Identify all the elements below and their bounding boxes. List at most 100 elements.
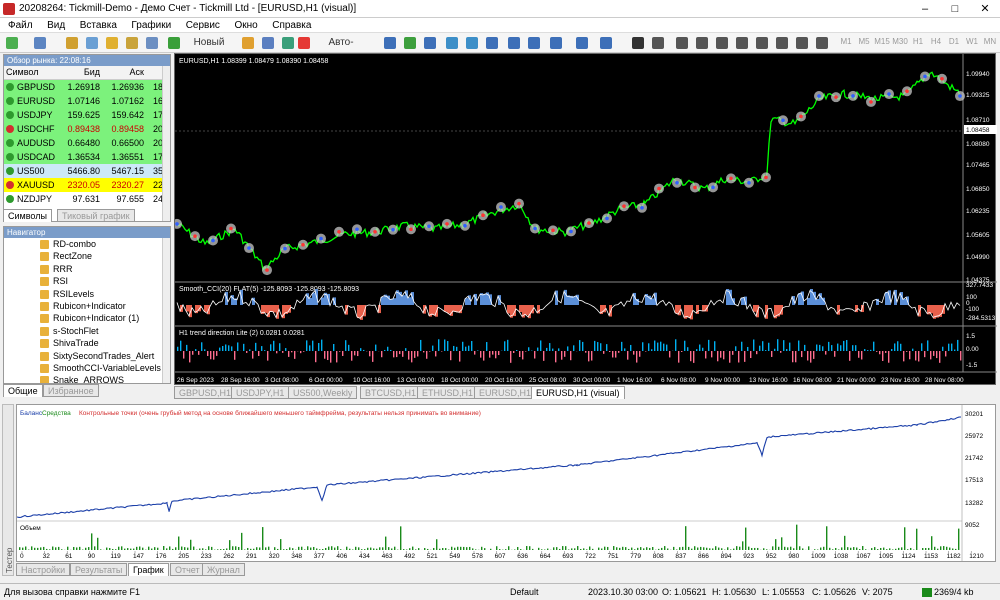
tab-symbols[interactable]: Символы [3,209,52,222]
timeframe-h1[interactable]: H1 [910,37,926,46]
indicators-icon[interactable] [550,37,562,49]
timeframe-mn[interactable]: MN [982,37,998,46]
market-watch-row[interactable]: EURUSD 1.07146 1.07162 16 [4,93,164,108]
autotrading-button[interactable]: Авто-торговля [312,36,370,62]
menu-insert[interactable]: Вставка [80,18,117,33]
timeframe-m30[interactable]: M30 [892,37,908,46]
navigator-item[interactable]: RRR [4,263,170,275]
column-ask[interactable]: Аск [102,66,146,80]
menu-view[interactable]: Вид [47,18,65,33]
fibonacci-icon[interactable] [756,37,768,49]
tab-results[interactable]: Результаты [70,563,128,576]
tab-report[interactable]: Отчет [170,563,205,576]
navigator-item[interactable]: RectZone [4,250,170,262]
templates-icon[interactable] [600,37,612,49]
column-bid[interactable]: Бид [60,66,102,80]
periods-icon[interactable] [576,37,588,49]
navigator-item[interactable]: RD-combo [4,238,170,250]
timeframe-h4[interactable]: H4 [928,37,944,46]
chart-tab[interactable]: ETHUSD,H1 [417,386,479,399]
close-button[interactable]: ✕ [970,0,1000,18]
minimize-button[interactable]: – [910,0,940,18]
timeframe-m15[interactable]: M15 [874,37,890,46]
maximize-button[interactable]: □ [940,0,970,18]
horizontal-line-icon[interactable] [696,37,708,49]
vertical-line-icon[interactable] [676,37,688,49]
candlestick-icon[interactable] [404,37,416,49]
timeframe-m5[interactable]: M5 [856,37,872,46]
text-label-icon[interactable] [796,37,808,49]
menu-file[interactable]: Файл [8,18,33,33]
market-watch-row[interactable]: XAUUSD 2320.05 2320.27 22 [4,177,164,192]
menu-help[interactable]: Справка [272,18,311,33]
new-order-button[interactable]: Новый ордер [182,36,236,62]
new-chart-icon[interactable] [6,37,18,49]
menu-tools[interactable]: Сервис [186,18,220,33]
equidistant-channel-icon[interactable] [736,37,748,49]
timeframe-m1[interactable]: M1 [838,37,854,46]
tab-tick-chart[interactable]: Тиковый график [57,209,135,222]
zoom-out-icon[interactable] [466,37,478,49]
market-watch-row[interactable]: USDJPY 159.625 159.642 17 [4,107,164,122]
tab-common[interactable]: Общие [3,384,43,397]
tester-side-label[interactable]: Тестер [2,404,14,576]
timeframe-w1[interactable]: W1 [964,37,980,46]
menu-charts[interactable]: Графики [131,18,171,33]
market-watch-row[interactable]: USDCAD 1.36534 1.36551 17 [4,149,164,164]
autoscroll-icon[interactable] [508,37,520,49]
navigator-item[interactable]: Snake_ARROWS [4,374,170,383]
navigator-item[interactable]: RSILevels [4,288,170,300]
navigator-item[interactable]: Rubicon+Indicator [4,300,170,312]
chart-tab[interactable]: GBPUSD,H1 [174,386,237,399]
market-watch-scrollbar[interactable] [162,66,170,221]
market-watch-row[interactable]: NZDJPY 97.631 97.655 24 [4,191,164,206]
new-order-icon[interactable] [168,37,180,49]
tester-icon[interactable] [146,37,158,49]
data-window-icon[interactable] [86,37,98,49]
autotrading-icon[interactable] [298,37,310,49]
column-symbol[interactable]: Символ [4,66,60,80]
navigator-item[interactable]: s-StochFlet [4,325,170,337]
zoom-in-icon[interactable] [446,37,458,49]
tab-settings[interactable]: Настройки [16,563,71,576]
timeframe-d1[interactable]: D1 [946,37,962,46]
trend-bar [438,339,440,351]
market-watch-icon[interactable] [66,37,78,49]
chart-tab[interactable]: EURUSD,H1 [474,386,537,399]
chart-tab[interactable]: BTCUSD,H1 [360,386,422,399]
cursor-icon[interactable] [632,37,644,49]
tab-favorites[interactable]: Избранное [43,384,99,397]
tab-journal[interactable]: Журнал [202,563,245,576]
navigator-scrollbar[interactable] [162,238,170,383]
navigator-icon[interactable] [106,37,118,49]
tile-windows-icon[interactable] [486,37,498,49]
crosshair-icon[interactable] [652,37,664,49]
chart-tab[interactable]: USDJPY,H1 [231,386,290,399]
arrows-icon[interactable] [816,37,828,49]
trendline-icon[interactable] [716,37,728,49]
market-watch-row[interactable]: USDCHF 0.89438 0.89458 20 [4,121,164,136]
navigator-item[interactable]: RSI [4,275,170,287]
navigator-item[interactable]: ShivaTrade [4,337,170,349]
bar-chart-icon[interactable] [384,37,396,49]
text-icon[interactable] [776,37,788,49]
market-watch-row[interactable]: AUDUSD 0.66480 0.66500 20 [4,135,164,150]
terminal-icon[interactable] [126,37,138,49]
navigator-item[interactable]: SmoothCCI-VariableLevels A [4,362,170,374]
community-icon[interactable] [282,37,294,49]
chart-window[interactable]: EURUSD,H1 1.08399 1.08479 1.08390 1.0845… [172,53,997,386]
navigator-item[interactable]: SixtySecondTrades_Alert [4,350,170,362]
market-watch-row[interactable]: US500 5466.80 5467.15 35 [4,163,164,178]
menu-window[interactable]: Окно [234,18,257,33]
navigator-item[interactable]: Rubicon+Indicator (1) [4,312,170,324]
metaeditor-icon[interactable] [242,37,254,49]
line-chart-icon[interactable] [424,37,436,49]
options-icon[interactable] [262,37,274,49]
market-watch-row[interactable]: GBPUSD 1.26918 1.26936 18 [4,79,164,94]
chart-tab[interactable]: EURUSD,H1 (visual) [531,386,625,399]
price-chart[interactable]: EURUSD,H1 1.08399 1.08479 1.08390 1.0845… [172,54,997,386]
chart-tab[interactable]: US500,Weekly [288,386,358,399]
chart-shift-icon[interactable] [528,37,540,49]
profiles-icon[interactable] [34,37,46,49]
tab-graph[interactable]: График [128,563,169,576]
